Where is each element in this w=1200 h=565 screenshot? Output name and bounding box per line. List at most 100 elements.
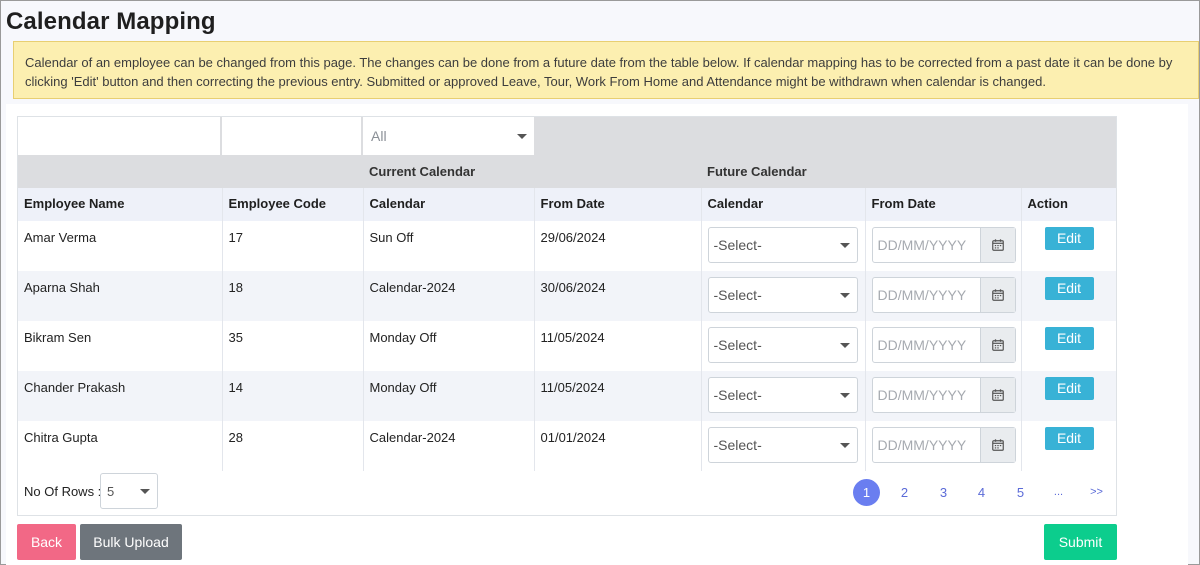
employee-name: Chitra Gupta (24, 430, 98, 445)
bulk-upload-button[interactable]: Bulk Upload (80, 524, 182, 560)
col-current-calendar: Calendar (362, 188, 534, 221)
submit-button[interactable]: Submit (1044, 524, 1117, 560)
date-placeholder: DD/MM/YYYY (877, 287, 967, 303)
future-calendar-select[interactable]: -Select- (707, 427, 858, 463)
col-future-from-date: From Date (864, 188, 1021, 221)
date-placeholder: DD/MM/YYYY (877, 387, 967, 403)
chevron-down-icon (839, 393, 850, 398)
rows-per-page-value: 5 (107, 484, 115, 499)
current-from-date: 11/05/2024 (533, 371, 701, 421)
group-header-row: Current Calendar Future Calendar (18, 156, 1116, 188)
rows-per-page-select[interactable]: 5 (100, 473, 158, 509)
employee-name: Bikram Sen (24, 330, 92, 345)
current-from-date: 29/06/2024 (533, 221, 701, 271)
future-calendar-value: -Select- (713, 437, 762, 453)
edit-button[interactable]: Edit (1044, 377, 1094, 400)
page-5-link[interactable]: 5 (1007, 479, 1034, 506)
future-calendar-select[interactable]: -Select- (707, 227, 858, 263)
next-pages-link[interactable]: >> (1083, 479, 1110, 506)
page-ellipsis[interactable]: ... (1045, 479, 1072, 506)
employee-code: 35 (221, 321, 363, 371)
date-picker-button[interactable] (979, 278, 1015, 312)
col-action: Action (1020, 188, 1116, 221)
page-2-link[interactable]: 2 (891, 479, 918, 506)
table-row: Amar Verma 17 Sun Off 29/06/2024 -Select… (18, 221, 1116, 271)
current-calendar: Calendar-2024 (362, 421, 534, 471)
info-notice: Calendar of an employee can be changed f… (13, 41, 1199, 99)
future-date-input[interactable]: DD/MM/YYYY (871, 227, 1016, 263)
edit-button[interactable]: Edit (1044, 277, 1094, 300)
table-row: Aparna Shah 18 Calendar-2024 30/06/2024 … (18, 271, 1116, 321)
table-row: Bikram Sen 35 Monday Off 11/05/2024 -Sel… (18, 321, 1116, 371)
date-placeholder: DD/MM/YYYY (877, 437, 967, 453)
calendar-icon (991, 289, 1004, 301)
calendar-icon (991, 339, 1004, 351)
date-picker-button[interactable] (979, 328, 1015, 362)
current-from-date: 30/06/2024 (533, 271, 701, 321)
filter-row: All (18, 117, 1116, 156)
chevron-down-icon (839, 443, 850, 448)
current-calendar: Sun Off (362, 221, 534, 271)
back-button[interactable]: Back (17, 524, 76, 560)
chevron-down-icon (140, 489, 150, 494)
future-calendar-select[interactable]: -Select- (707, 327, 858, 363)
current-from-date: 01/01/2024 (533, 421, 701, 471)
table-row: Chitra Gupta 28 Calendar-2024 01/01/2024… (18, 421, 1116, 471)
mapping-table: All Current Calendar Future Calendar Emp… (18, 117, 1116, 471)
future-date-input[interactable]: DD/MM/YYYY (871, 327, 1016, 363)
calendar-icon (991, 389, 1004, 401)
edit-button[interactable]: Edit (1044, 327, 1094, 350)
employee-code: 18 (221, 271, 363, 321)
date-picker-button[interactable] (979, 428, 1015, 462)
future-date-input[interactable]: DD/MM/YYYY (871, 427, 1016, 463)
calendar-filter-value: All (371, 128, 387, 144)
date-placeholder: DD/MM/YYYY (877, 337, 967, 353)
table-row: Chander Prakash 14 Monday Off 11/05/2024… (18, 371, 1116, 421)
chevron-down-icon (839, 343, 850, 348)
edit-button[interactable]: Edit (1044, 227, 1094, 250)
col-employee-name: Employee Name (24, 196, 125, 211)
future-calendar-value: -Select- (713, 237, 762, 253)
date-picker-button[interactable] (979, 378, 1015, 412)
page-title: Calendar Mapping (6, 8, 216, 35)
future-calendar-group-label: Future Calendar (707, 164, 807, 179)
current-from-date: 11/05/2024 (533, 321, 701, 371)
calendar-icon (991, 239, 1004, 251)
future-calendar-value: -Select- (713, 287, 762, 303)
col-current-from-date: From Date (533, 188, 701, 221)
page-4-link[interactable]: 4 (968, 479, 995, 506)
future-calendar-value: -Select- (713, 387, 762, 403)
future-date-input[interactable]: DD/MM/YYYY (871, 377, 1016, 413)
future-calendar-select[interactable]: -Select- (707, 277, 858, 313)
employee-name: Amar Verma (24, 230, 97, 245)
future-calendar-value: -Select- (713, 337, 762, 353)
date-placeholder: DD/MM/YYYY (877, 237, 967, 253)
page-3-link[interactable]: 3 (930, 479, 957, 506)
calendar-mapping-grid: All Current Calendar Future Calendar Emp… (17, 116, 1117, 516)
page-frame: Calendar Mapping Calendar of an employee… (0, 0, 1200, 565)
column-header-row: Employee Name Employee Code Calendar Fro… (18, 188, 1116, 221)
current-calendar: Monday Off (362, 371, 534, 421)
future-date-input[interactable]: DD/MM/YYYY (871, 277, 1016, 313)
current-calendar: Calendar-2024 (362, 271, 534, 321)
employee-code: 28 (221, 421, 363, 471)
date-picker-button[interactable] (979, 228, 1015, 262)
edit-button[interactable]: Edit (1044, 427, 1094, 450)
chevron-down-icon (839, 293, 850, 298)
calendar-filter-select[interactable]: All (363, 117, 534, 155)
page-1-link[interactable]: 1 (853, 479, 880, 506)
employee-code: 14 (221, 371, 363, 421)
employee-name: Chander Prakash (24, 380, 126, 395)
col-future-calendar: Calendar (700, 188, 865, 221)
future-calendar-select[interactable]: -Select- (707, 377, 858, 413)
col-employee-code: Employee Code (221, 188, 363, 221)
chevron-down-icon (517, 134, 527, 139)
calendar-icon (991, 439, 1004, 451)
employee-name-filter-input[interactable] (18, 117, 220, 155)
current-calendar-group-label: Current Calendar (369, 164, 476, 179)
rows-per-page-label: No Of Rows : (24, 484, 102, 499)
employee-code-filter-input[interactable] (222, 117, 361, 155)
employee-name: Aparna Shah (24, 280, 100, 295)
current-calendar: Monday Off (362, 321, 534, 371)
chevron-down-icon (839, 243, 850, 248)
